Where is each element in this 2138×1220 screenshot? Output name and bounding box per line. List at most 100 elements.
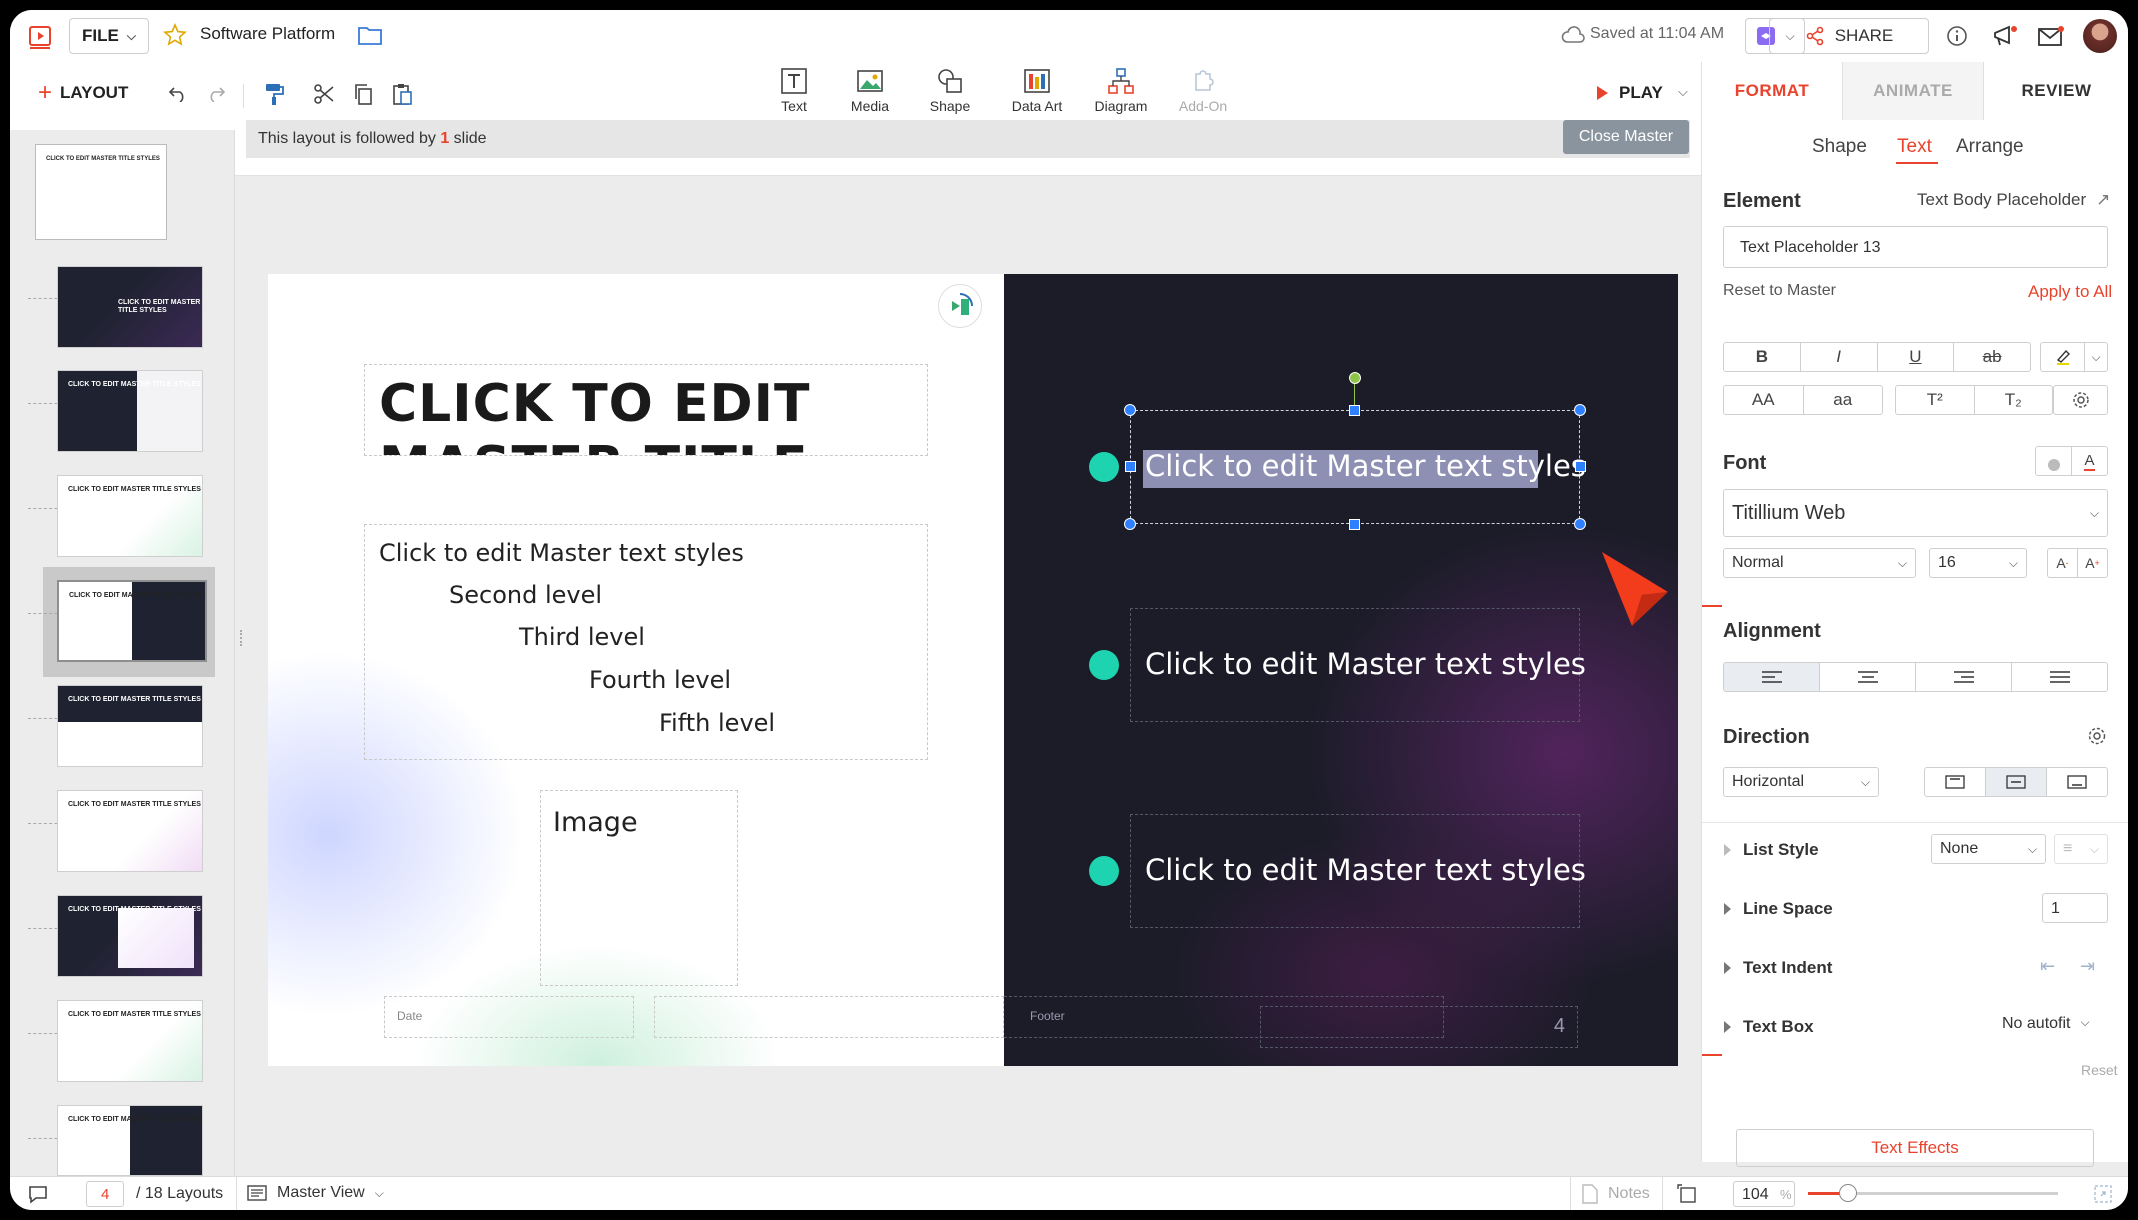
increase-indent-icon[interactable]: ⇥ xyxy=(2080,956,2095,977)
announcement-icon[interactable] xyxy=(1990,20,2022,52)
layout-thumbnail[interactable]: CLICK TO EDIT MASTER TITLE STYLES xyxy=(57,790,203,872)
align-right-icon[interactable] xyxy=(1916,663,2012,691)
chevron-down-icon[interactable]: ⌵ xyxy=(2085,343,2107,371)
element-name-field[interactable]: Text Placeholder 13 xyxy=(1723,226,2108,268)
footer-placeholder-left[interactable] xyxy=(654,996,1004,1038)
font-style-select[interactable]: Normal ⌵ xyxy=(1723,548,1916,578)
font-size-select[interactable]: 16 ⌵ xyxy=(1929,548,2027,578)
layout-button[interactable]: + LAYOUT xyxy=(38,79,128,106)
share-button[interactable]: SHARE xyxy=(1769,18,1929,54)
highlight-color-button[interactable] xyxy=(2041,343,2085,371)
swap-layout-icon[interactable] xyxy=(938,284,982,328)
line-space-row[interactable]: Line Space xyxy=(1724,899,1833,919)
info-icon[interactable] xyxy=(1943,22,1971,50)
redo-icon[interactable] xyxy=(203,80,229,106)
paste-icon[interactable] xyxy=(388,80,416,108)
fit-screen-icon[interactable] xyxy=(1674,1181,1700,1207)
resize-handle[interactable] xyxy=(1125,461,1136,472)
reset-button[interactable]: Reset xyxy=(2081,1062,2118,1078)
autofit-select[interactable]: No autofit ⌵ xyxy=(2002,1015,2090,1033)
valign-bottom-icon[interactable] xyxy=(2047,768,2107,796)
view-mode-select[interactable]: Master View ⌵ xyxy=(247,1184,384,1202)
font-family-select[interactable]: Titillium Web ⌵ xyxy=(1723,489,2108,537)
tab-review[interactable]: REVIEW xyxy=(1984,62,2128,120)
star-icon[interactable] xyxy=(160,18,190,52)
item-text-1[interactable]: Click to edit Master text styles xyxy=(1145,449,1586,483)
document-title[interactable]: Software Platform xyxy=(200,24,335,44)
layout-thumbnail-selected[interactable]: CLICK TO EDIT MASTER TITLE STYLES xyxy=(57,580,207,662)
resize-handle[interactable] xyxy=(1349,405,1360,416)
copy-icon[interactable] xyxy=(349,80,377,108)
insert-diagram-button[interactable]: Diagram xyxy=(1076,64,1166,114)
panel-resize-handle[interactable] xyxy=(240,630,246,646)
layout-thumbnail[interactable]: CLICK TO EDIT MASTER TITLE STYLES xyxy=(57,475,203,557)
item-text-3[interactable]: Click to edit Master text styles xyxy=(1145,853,1586,887)
add-on-button[interactable]: Add-On xyxy=(1158,64,1248,114)
layout-thumbnail[interactable]: CLICK TO EDIT MASTER TITLE STYLES xyxy=(57,370,203,452)
bold-button[interactable]: B xyxy=(1724,343,1801,371)
tab-animate[interactable]: ANIMATE xyxy=(1842,62,1984,120)
notes-toggle[interactable]: Notes xyxy=(1582,1184,1650,1204)
gear-icon[interactable] xyxy=(2054,386,2107,414)
resize-handle[interactable] xyxy=(1124,404,1136,416)
zoom-slider[interactable] xyxy=(1808,1184,2058,1202)
element-type-link[interactable]: Text Body Placeholder ↗ xyxy=(1917,190,2110,210)
mail-icon[interactable] xyxy=(2035,20,2067,52)
subtab-arrange[interactable]: Arrange xyxy=(1956,136,2024,158)
align-justify-icon[interactable] xyxy=(2012,663,2107,691)
font-clear-icon[interactable] xyxy=(2036,447,2072,475)
resize-handle[interactable] xyxy=(1124,518,1136,530)
play-options-chevron-icon[interactable]: ⌵ xyxy=(1678,84,1688,100)
layout-thumbnail[interactable]: CLICK TO EDIT MASTER TITLE STYLES xyxy=(57,1000,203,1082)
avatar[interactable] xyxy=(2083,19,2117,53)
strikethrough-button[interactable]: ab xyxy=(1954,343,2030,371)
page-number-input[interactable]: 4 xyxy=(86,1181,124,1207)
format-painter-icon[interactable] xyxy=(260,80,288,108)
page-number-placeholder[interactable]: 4 xyxy=(1260,1006,1578,1048)
align-center-icon[interactable] xyxy=(1820,663,1916,691)
layout-thumbnail[interactable]: CLICK TO EDIT MASTER TITLE STYLES xyxy=(57,685,203,767)
image-placeholder[interactable]: Image xyxy=(540,790,738,986)
play-button[interactable]: PLAY xyxy=(1595,80,1663,106)
master-thumbnail[interactable]: CLICK TO EDIT MASTER TITLE STYLES xyxy=(35,144,167,240)
resize-handle[interactable] xyxy=(1574,518,1586,530)
decrease-indent-icon[interactable]: ⇤ xyxy=(2040,956,2055,977)
list-style-row[interactable]: List Style xyxy=(1724,840,1819,860)
subscript-button[interactable]: T₂ xyxy=(1975,386,2053,414)
text-effects-button[interactable]: Text Effects xyxy=(1736,1129,2094,1167)
lowercase-button[interactable]: aa xyxy=(1804,386,1883,414)
list-type-select[interactable]: ≡ ⌵ xyxy=(2054,834,2108,864)
zoom-slider-thumb[interactable] xyxy=(1839,1184,1857,1202)
italic-button[interactable]: I xyxy=(1801,343,1878,371)
insert-media-button[interactable]: Media xyxy=(825,64,915,114)
apply-to-all-link[interactable]: Apply to All xyxy=(2028,282,2112,302)
resize-handle[interactable] xyxy=(1574,404,1586,416)
direction-settings-gear-icon[interactable] xyxy=(2087,726,2107,751)
valign-middle-icon[interactable] xyxy=(1986,768,2047,796)
cut-icon[interactable] xyxy=(310,80,338,108)
app-logo-icon[interactable] xyxy=(26,22,56,52)
subtab-text[interactable]: Text xyxy=(1897,136,1932,158)
layout-thumbnail[interactable]: CLICK TO EDIT MASTER TITLE STYLES xyxy=(57,1105,203,1176)
tab-format[interactable]: FORMAT xyxy=(1702,62,1842,120)
line-space-input[interactable]: 1 xyxy=(2042,893,2108,923)
text-box-row[interactable]: Text Box xyxy=(1724,1017,1814,1037)
align-left-icon[interactable] xyxy=(1724,663,1820,691)
direction-select[interactable]: Horizontal ⌵ xyxy=(1723,767,1879,797)
resize-handle[interactable] xyxy=(1575,461,1586,472)
rotate-handle[interactable] xyxy=(1349,372,1361,384)
increase-font-icon[interactable]: A + xyxy=(2078,549,2107,577)
layout-thumbnail[interactable]: CLICK TO EDIT MASTER TITLE STYLES xyxy=(57,895,203,977)
list-style-select[interactable]: None ⌵ xyxy=(1931,834,2046,864)
text-indent-row[interactable]: Text Indent xyxy=(1724,958,1832,978)
layout-thumbnail[interactable]: CLICK TO EDIT MASTER TITLE STYLES xyxy=(57,266,203,348)
zoom-input[interactable]: 104 % xyxy=(1733,1181,1795,1207)
item-text-2[interactable]: Click to edit Master text styles xyxy=(1145,647,1586,681)
decrease-font-icon[interactable]: A- xyxy=(2048,549,2078,577)
file-menu-button[interactable]: FILE ⌵ xyxy=(69,18,149,54)
superscript-button[interactable]: T² xyxy=(1896,386,1975,414)
resize-handle[interactable] xyxy=(1349,519,1360,530)
folder-icon[interactable] xyxy=(355,20,385,50)
reset-to-master-link[interactable]: Reset to Master xyxy=(1723,282,1836,300)
valign-top-icon[interactable] xyxy=(1925,768,1986,796)
